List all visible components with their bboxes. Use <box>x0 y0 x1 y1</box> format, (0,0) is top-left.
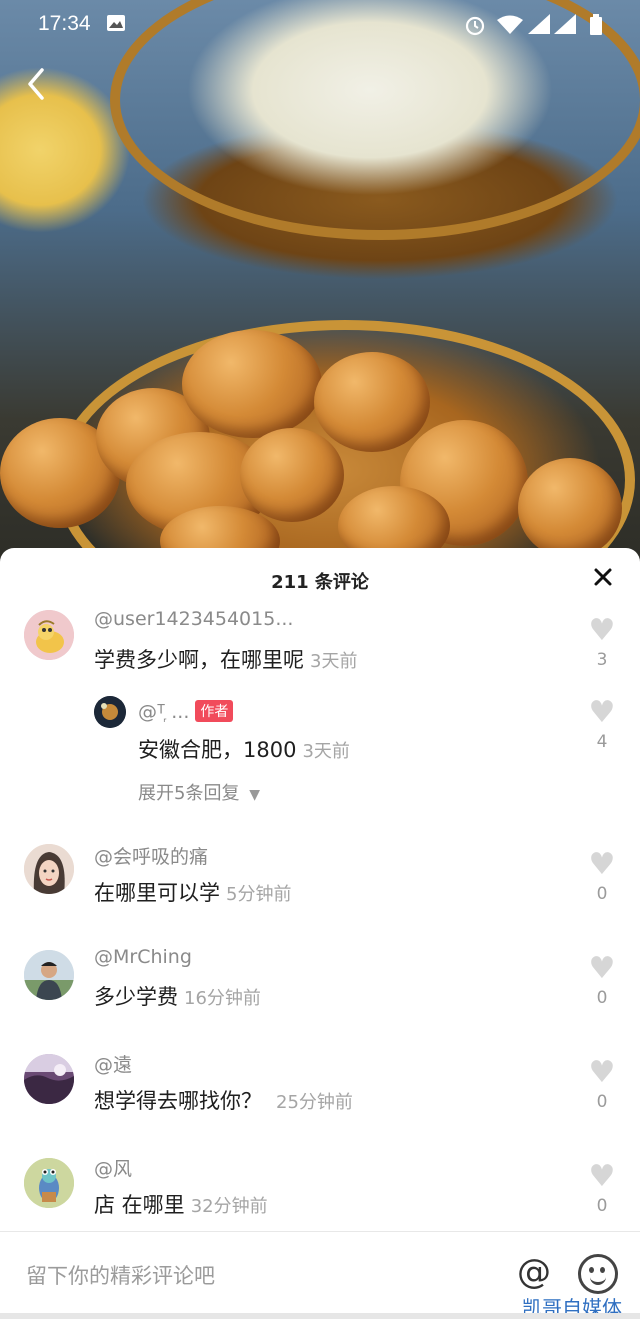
back-button[interactable] <box>24 66 52 102</box>
chevron-left-icon <box>28 68 44 100</box>
comment-time: 25分钟前 <box>276 1092 353 1113</box>
reply-username-text: @ᵀ᷊ ... <box>138 701 190 723</box>
emoji-button[interactable] <box>578 1254 618 1294</box>
status-bar: 17:34 <box>0 0 640 48</box>
wifi-icon <box>496 14 524 41</box>
comments-count-title: 211 条评论 <box>271 572 369 593</box>
comment-time: 32分钟前 <box>190 1196 268 1217</box>
close-icon <box>594 568 612 586</box>
comment-input[interactable]: 留下你的精彩评论吧 <box>26 1260 215 1290</box>
like-button[interactable]: ♥ 0 <box>584 847 620 905</box>
image-icon <box>106 14 126 37</box>
heart-icon: ♥ <box>588 1159 616 1194</box>
comment-username[interactable]: @会呼吸的痛 <box>94 842 208 869</box>
comment-text: 想学得去哪找你？ 25分钟前 <box>94 1085 353 1115</box>
like-button[interactable]: ♥ 3 <box>584 613 620 671</box>
comment-time: 3天前 <box>310 651 358 672</box>
comment-body: 多少学费 <box>94 985 178 1009</box>
mention-button[interactable]: @ <box>514 1252 554 1292</box>
like-count: 0 <box>596 884 608 904</box>
comment-text: 学费多少啊，在哪里呢 3天前 <box>94 644 357 674</box>
like-button[interactable]: ♥ 0 <box>584 1055 620 1113</box>
heart-icon: ♥ <box>588 613 616 648</box>
like-button[interactable]: ♥ 0 <box>584 1159 620 1217</box>
bottom-edge <box>0 1313 640 1319</box>
heart-icon: ♥ <box>588 951 616 986</box>
comments-sheet: 211 条评论 @user1423454015... 学费多少啊，在哪里呢 3天前… <box>0 548 640 1319</box>
comment-username[interactable]: @user1423454015... <box>94 608 293 630</box>
tea-egg <box>518 458 622 558</box>
reply-body: 安徽合肥，1800 <box>138 738 297 762</box>
comment-time: 16分钟前 <box>184 988 261 1009</box>
reply-time: 3天前 <box>302 741 350 762</box>
avatar[interactable] <box>24 1054 74 1104</box>
like-count: 3 <box>596 650 608 670</box>
signal-icon <box>528 14 578 41</box>
heart-icon: ♥ <box>588 695 616 730</box>
avatar[interactable] <box>24 610 74 660</box>
tea-egg <box>314 352 430 452</box>
comment-text: 多少学费 16分钟前 <box>94 981 261 1011</box>
like-count: 0 <box>596 1092 608 1112</box>
avatar[interactable] <box>24 1158 74 1208</box>
heart-icon: ♥ <box>588 847 616 882</box>
like-count: 0 <box>596 1196 608 1216</box>
like-count: 4 <box>596 732 608 752</box>
avatar[interactable] <box>94 696 126 728</box>
caret-down-icon: ▼ <box>249 787 260 803</box>
expand-replies-button[interactable]: 展开5条回复 ▼ <box>138 779 260 805</box>
battery-icon <box>590 14 602 41</box>
expand-replies-label: 展开5条回复 <box>138 783 240 804</box>
avatar[interactable] <box>24 950 74 1000</box>
comment-time: 5分钟前 <box>226 884 292 905</box>
reply-text: 安徽合肥，1800 3天前 <box>138 734 350 764</box>
close-button[interactable] <box>588 562 618 592</box>
comment-body: 在哪里可以学 <box>94 881 220 905</box>
comment-body: 店 在哪里 <box>94 1193 185 1217</box>
comment-text: 店 在哪里 32分钟前 <box>94 1189 268 1219</box>
tea-egg <box>240 428 344 522</box>
comment-body: 想学得去哪找你？ <box>94 1089 262 1113</box>
comment-body: 学费多少啊，在哪里呢 <box>94 648 304 672</box>
heart-icon: ♥ <box>588 1055 616 1090</box>
comment-username[interactable]: @MrChing <box>94 946 192 968</box>
like-button[interactable]: ♥ 0 <box>584 951 620 1009</box>
comment-username[interactable]: @遠 <box>94 1050 132 1077</box>
like-count: 0 <box>596 988 608 1008</box>
status-time: 17:34 <box>38 12 91 35</box>
comment-username[interactable]: @风 <box>94 1154 132 1181</box>
alarm-icon <box>464 14 486 41</box>
video-background-photo[interactable] <box>0 0 640 640</box>
author-badge: 作者 <box>195 700 234 722</box>
tea-egg <box>182 330 322 438</box>
reply-username[interactable]: @ᵀ᷊ ... 作者 <box>138 700 234 724</box>
comment-text: 在哪里可以学 5分钟前 <box>94 877 291 907</box>
like-button[interactable]: ♥ 4 <box>584 695 620 753</box>
avatar[interactable] <box>24 844 74 894</box>
